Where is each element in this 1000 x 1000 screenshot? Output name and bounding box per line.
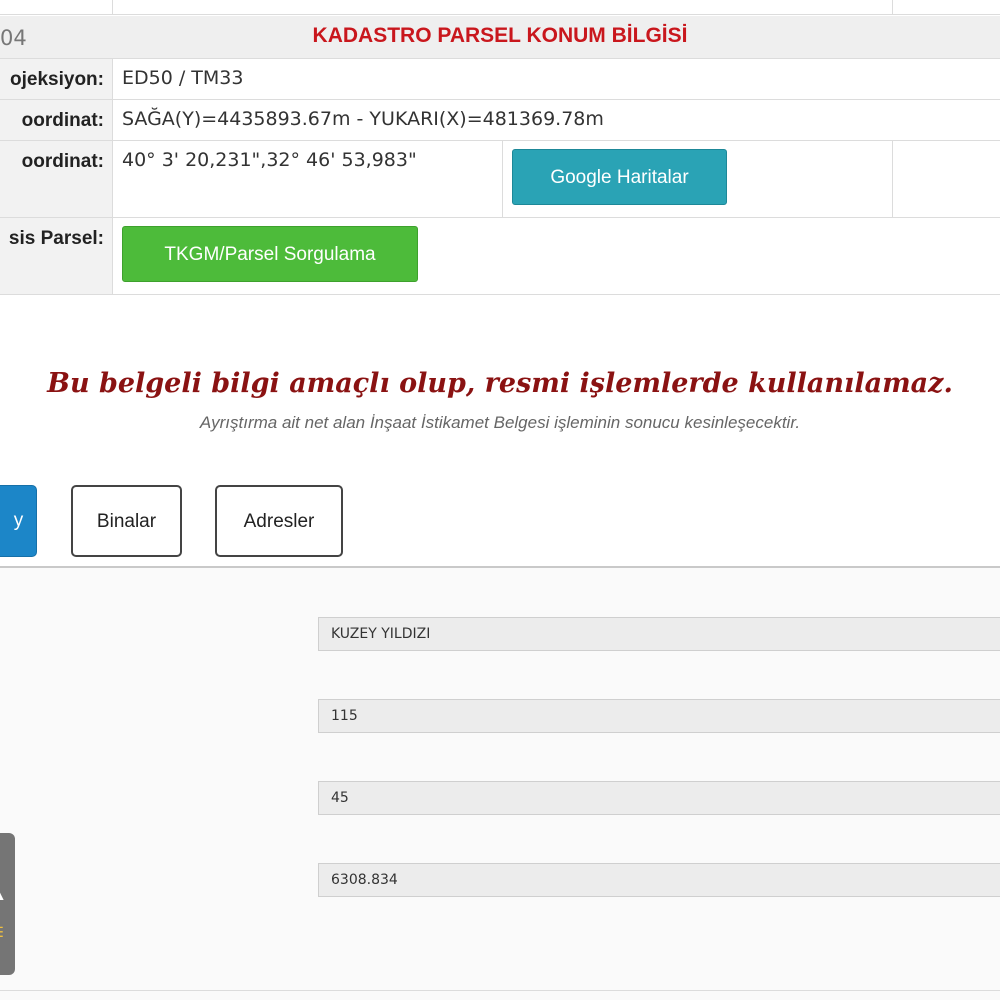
field-value: 45 xyxy=(331,790,349,806)
readonly-field[interactable]: 115 xyxy=(318,699,1000,733)
info-row-geographic-coordinate: oordinat: 40° 3' 20,231",32° 46' 53,983"… xyxy=(0,141,1000,218)
arrow-up-icon: ▲ xyxy=(0,883,5,902)
info-row-parcel: sis Parsel: TKGM/Parsel Sorgulama xyxy=(0,218,1000,295)
info-label-cell: oordinat: xyxy=(0,141,113,217)
top-table-edge xyxy=(0,0,1000,15)
readonly-field[interactable]: 6308.834 xyxy=(318,863,1000,897)
info-value: 40° 3' 20,231",32° 46' 53,983" xyxy=(122,149,417,171)
bottom-border xyxy=(0,990,1000,991)
cell-divider xyxy=(892,141,893,217)
side-toolbar-widget[interactable]: ▲ ☰ xyxy=(0,833,15,975)
tkgm-parcel-query-button[interactable]: TKGM/Parsel Sorgulama xyxy=(122,226,418,282)
readonly-field[interactable]: KUZEY YILDIZI xyxy=(318,617,1000,651)
column-divider xyxy=(892,0,893,14)
info-label-cell: ojeksiyon: xyxy=(0,59,113,99)
field-value: 6308.834 xyxy=(331,872,398,888)
readonly-field[interactable]: 45 xyxy=(318,781,1000,815)
tab-binalar[interactable]: Binalar xyxy=(71,485,182,557)
info-row-projection: ojeksiyon: ED50 / TM33 xyxy=(0,59,1000,100)
info-row-plane-coordinate: oordinat: SAĞA(Y)=4435893.67m - YUKARI(X… xyxy=(0,100,1000,141)
details-panel: KUZEY YILDIZI 115 45 6308.834 xyxy=(0,568,1000,1000)
info-value: SAĞA(Y)=4435893.67m - YUKARI(X)=481369.7… xyxy=(122,108,604,130)
google-maps-button[interactable]: Google Haritalar xyxy=(512,149,727,205)
info-label-cell: sis Parsel: xyxy=(0,218,113,294)
info-label: oordinat: xyxy=(21,151,104,172)
column-divider xyxy=(112,0,113,14)
cell-divider xyxy=(502,141,503,217)
field-value: 115 xyxy=(331,708,358,724)
field-value: KUZEY YILDIZI xyxy=(331,626,431,642)
tab-active[interactable]: y xyxy=(0,485,37,557)
info-value: ED50 / TM33 xyxy=(122,67,244,89)
info-label-cell: oordinat: xyxy=(0,100,113,140)
disclaimer-text: Bu belgeli bilgi amaçlı olup, resmi işle… xyxy=(47,368,953,399)
info-label: sis Parsel: xyxy=(8,228,104,249)
page-title: KADASTRO PARSEL KONUM BİLGİSİ xyxy=(312,24,688,47)
tab-adresler[interactable]: Adresler xyxy=(215,485,343,557)
info-label: ojeksiyon: xyxy=(10,69,104,90)
disclaimer-subtext: Ayrıştırma ait net alan İnşaat İstikamet… xyxy=(199,413,801,432)
info-label: oordinat: xyxy=(21,110,104,131)
parcel-location-header: 04 KADASTRO PARSEL KONUM BİLGİSİ xyxy=(0,16,1000,59)
menu-icon: ☰ xyxy=(0,925,5,941)
